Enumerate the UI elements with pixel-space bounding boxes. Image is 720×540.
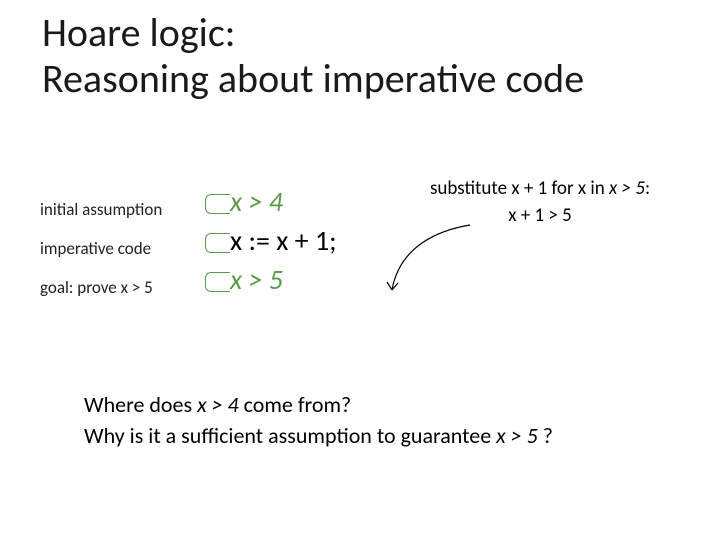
brace-connector: [205, 272, 230, 292]
label-initial-assumption: initial assumption: [40, 190, 200, 229]
substitution-note: substitute x + 1 for x in x > 5: x + 1 >…: [390, 176, 690, 229]
row-labels: initial assumption imperative code goal:…: [40, 190, 200, 307]
question-1: Where does x > 4 come from?: [84, 390, 553, 421]
brace-connector: [205, 233, 230, 253]
label-imperative-code: imperative code: [40, 229, 200, 268]
title-line-1: Hoare logic:: [42, 8, 235, 57]
subst-text: substitute x + 1 for x in: [430, 177, 609, 200]
question-2: Why is it a sufficient assumption to gua…: [84, 421, 553, 452]
statement: x := x + 1;: [230, 221, 337, 260]
postcondition: x > 5: [230, 260, 337, 299]
precondition: x > 4: [230, 182, 337, 221]
subst-result: x + 1 > 5: [508, 204, 572, 227]
hoare-triple: x > 4 x := x + 1; x > 5: [230, 182, 337, 300]
title-line-2: Reasoning about imperative code: [42, 54, 584, 103]
slide: Hoare logic: Reasoning about imperative …: [0, 0, 720, 540]
subst-colon: :: [645, 177, 650, 200]
slide-title: Hoare logic: Reasoning about imperative …: [42, 10, 584, 102]
subst-goal: x > 5: [609, 177, 645, 200]
brace-connector: [205, 194, 230, 214]
arrow-icon: [380, 220, 490, 300]
label-goal: goal: prove x > 5: [40, 268, 200, 307]
questions-block: Where does x > 4 come from? Why is it a …: [84, 390, 553, 452]
